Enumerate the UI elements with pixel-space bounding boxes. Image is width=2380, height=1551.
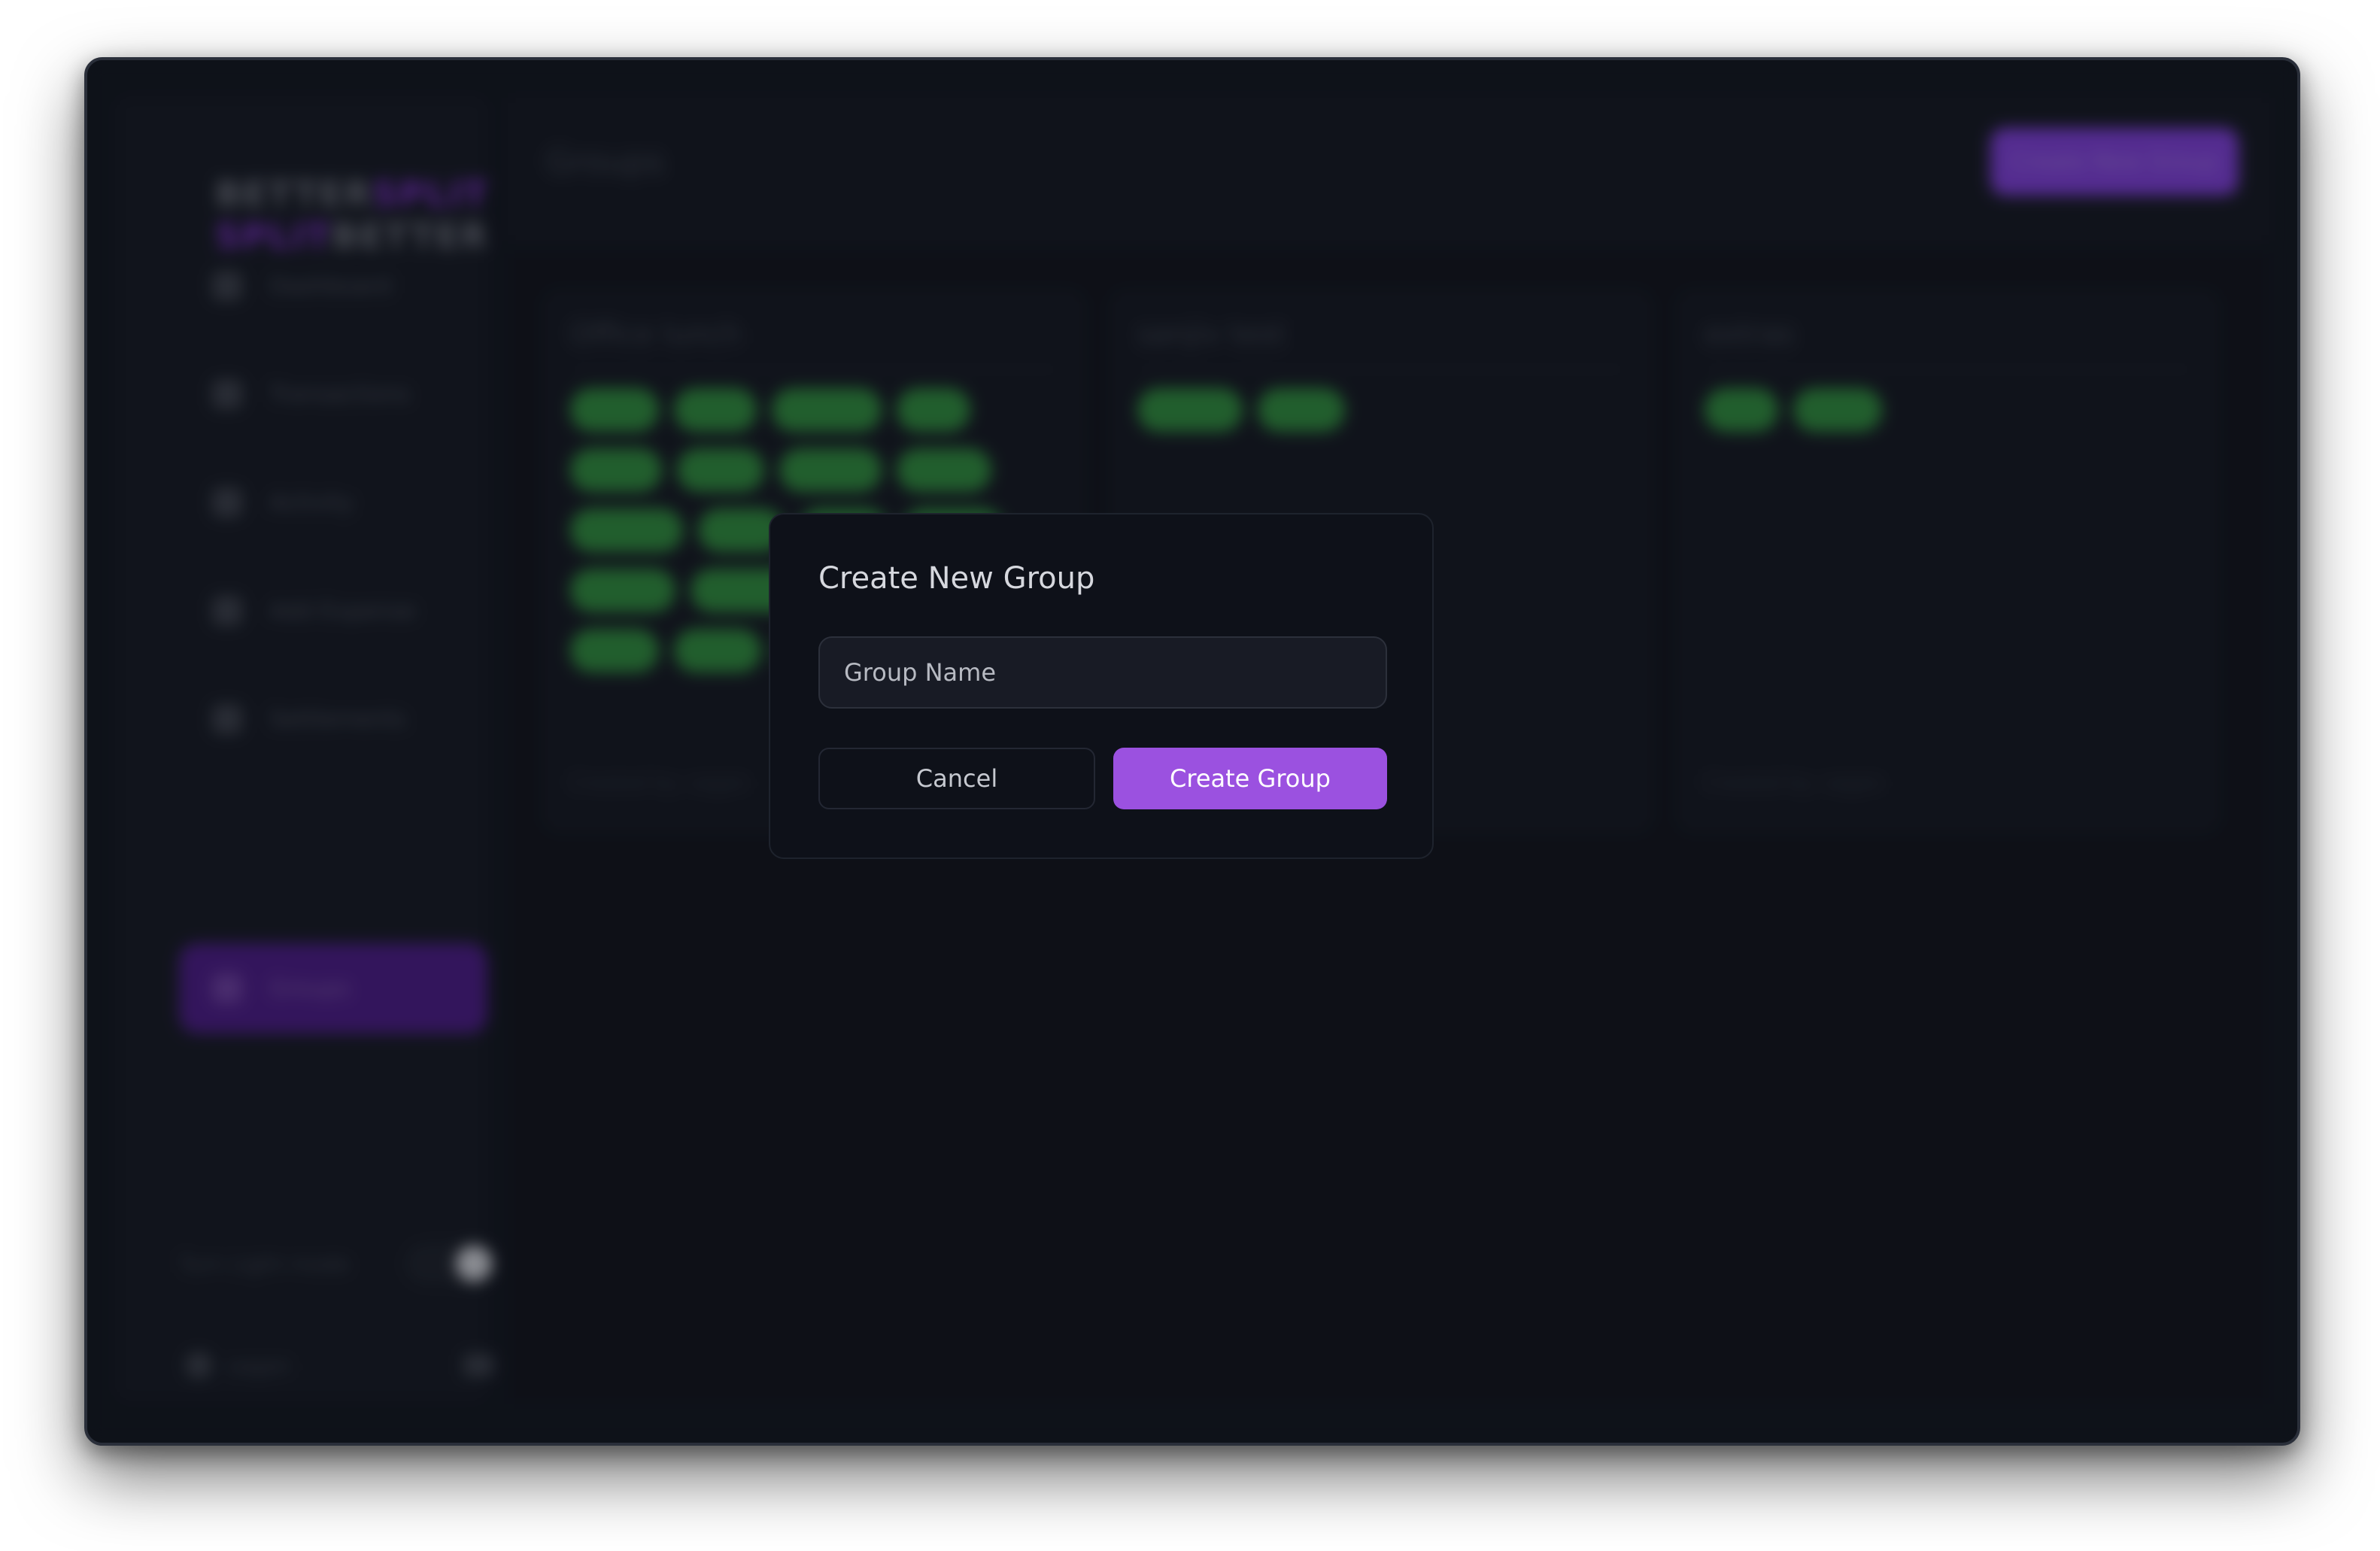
group-name-input[interactable] bbox=[818, 636, 1387, 709]
create-group-button[interactable]: Create Group bbox=[1113, 748, 1387, 809]
dialog-title: Create New Group bbox=[818, 561, 1095, 596]
cancel-button[interactable]: Cancel bbox=[818, 748, 1095, 809]
create-group-dialog: Create New Group Cancel Create Group bbox=[769, 513, 1434, 859]
